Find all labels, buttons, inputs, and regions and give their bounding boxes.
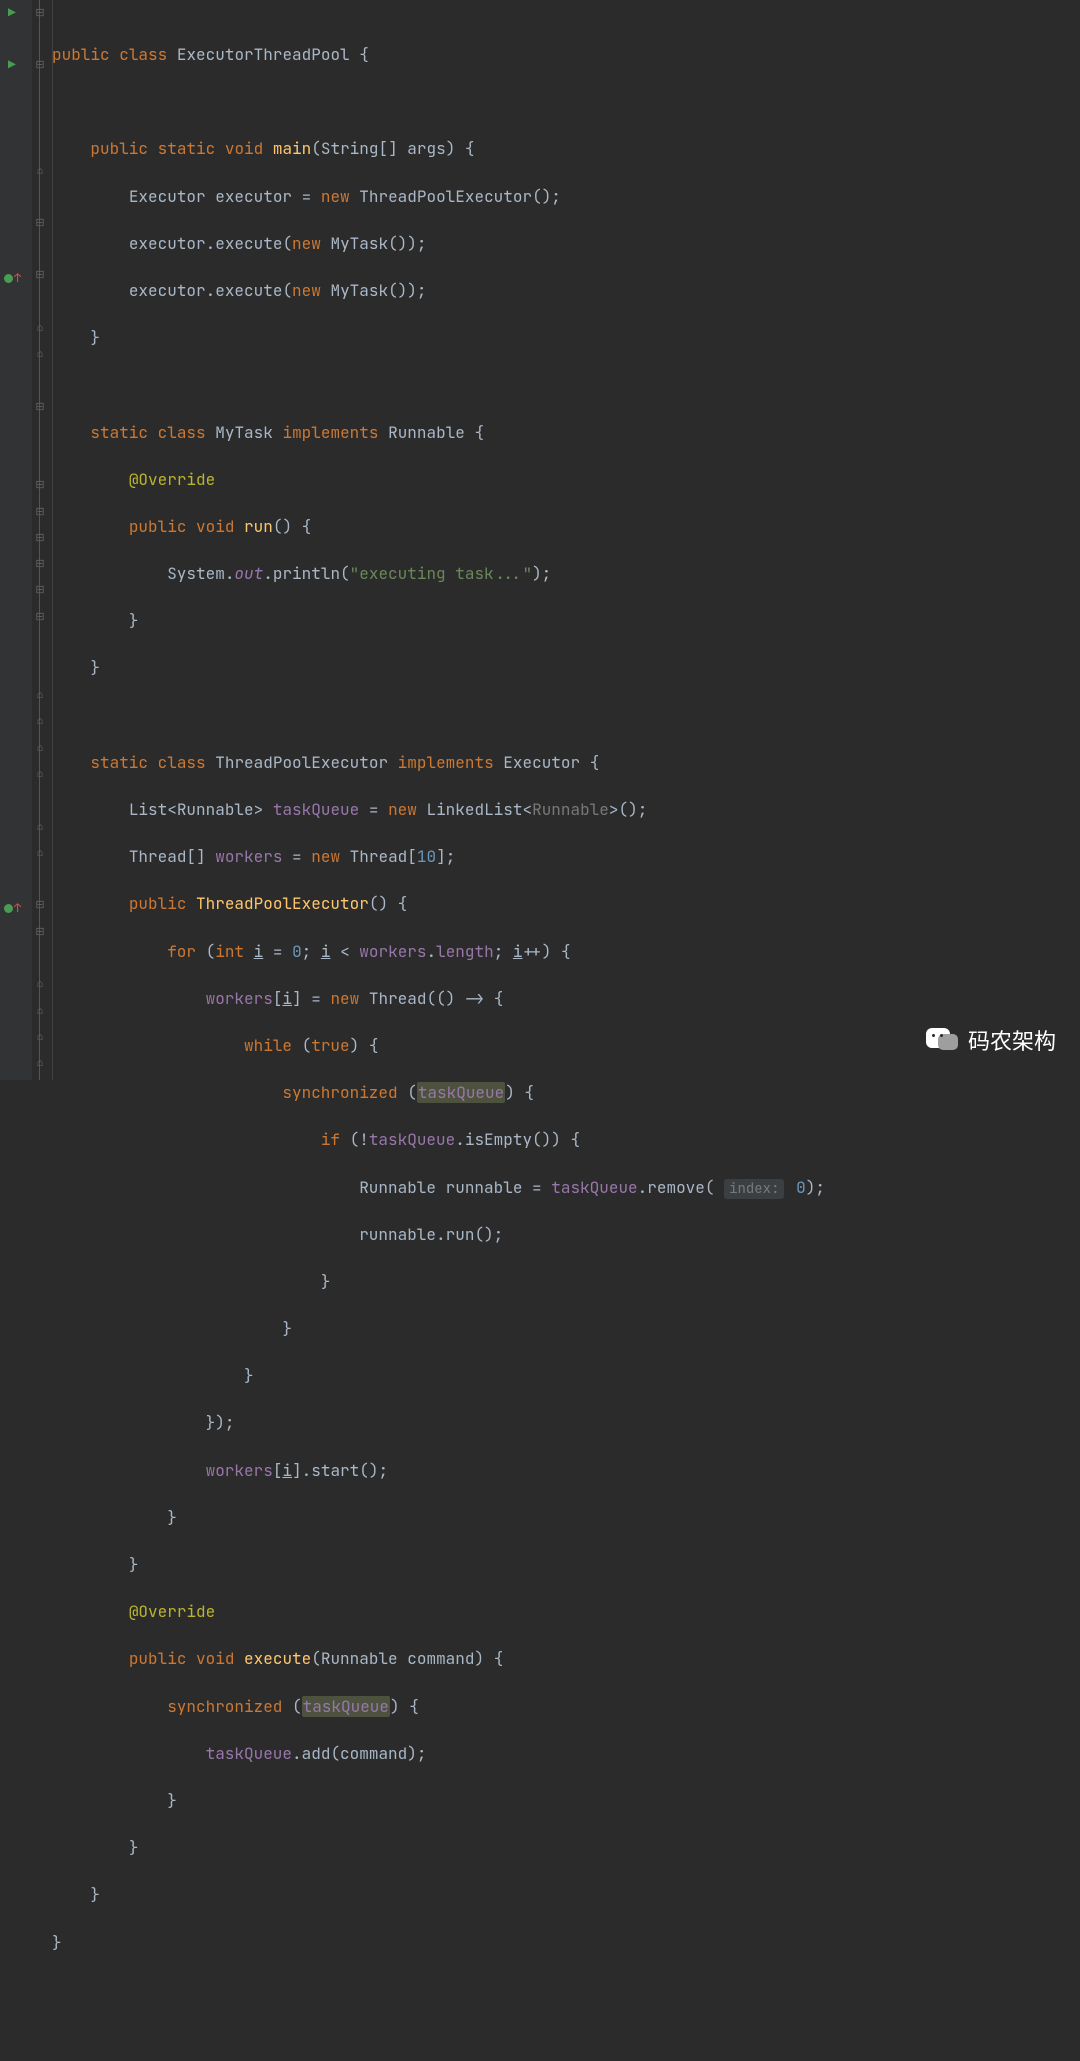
- fold-end-icon[interactable]: ⌂: [34, 1056, 46, 1070]
- override-marker-icon[interactable]: ↑: [4, 270, 21, 286]
- code-line[interactable]: if (!taskQueue.isEmpty()) {: [50, 1127, 1080, 1153]
- code-line[interactable]: synchronized (taskQueue) {: [50, 1694, 1080, 1720]
- code-line[interactable]: public static void main(String[] args) {: [50, 136, 1080, 162]
- fold-toggle-icon[interactable]: ⊟: [34, 505, 46, 519]
- code-line[interactable]: workers[i] = new Thread(() -> {: [50, 986, 1080, 1012]
- code-line[interactable]: }: [50, 1505, 1080, 1531]
- fold-end-icon[interactable]: ⌂: [34, 820, 46, 834]
- code-line[interactable]: static class MyTask implements Runnable …: [50, 420, 1080, 446]
- code-line[interactable]: }: [50, 1930, 1080, 1956]
- run-icon[interactable]: ▶: [8, 4, 16, 21]
- override-marker-icon[interactable]: ↑: [4, 900, 21, 916]
- watermark-text: 码农架构: [968, 1024, 1056, 1056]
- fold-toggle-icon[interactable]: ⊟: [34, 557, 46, 571]
- fold-toggle-icon[interactable]: ⊟: [34, 6, 46, 20]
- code-line[interactable]: }: [50, 655, 1080, 681]
- fold-toggle-icon[interactable]: ⊟: [34, 216, 46, 230]
- code-line[interactable]: runnable.run();: [50, 1222, 1080, 1248]
- code-line[interactable]: public ThreadPoolExecutor() {: [50, 891, 1080, 917]
- code-line[interactable]: Executor executor = new ThreadPoolExecut…: [50, 184, 1080, 210]
- wechat-icon: [926, 1026, 960, 1054]
- code-line[interactable]: [50, 89, 1080, 115]
- code-line[interactable]: Thread[] workers = new Thread[10];: [50, 844, 1080, 870]
- fold-end-icon[interactable]: ⌂: [34, 321, 46, 335]
- run-icon[interactable]: ▶: [8, 56, 16, 73]
- fold-toggle-icon[interactable]: ⊟: [34, 898, 46, 912]
- fold-toggle-icon[interactable]: ⊟: [34, 583, 46, 597]
- code-line[interactable]: [50, 372, 1080, 398]
- code-line[interactable]: taskQueue.add(command);: [50, 1741, 1080, 1767]
- parameter-hint: index:: [724, 1179, 784, 1199]
- fold-end-icon[interactable]: ⌂: [34, 1030, 46, 1044]
- code-line[interactable]: [50, 703, 1080, 729]
- fold-column: ⊟ ⊟ ⌂ ⊟ ⊟ ⌂ ⌂ ⊟ ⊟ ⊟ ⊟ ⊟ ⊟ ⊟ ⌂ ⌂ ⌂ ⌂ ⌂ ⌂ …: [32, 0, 50, 1080]
- code-line[interactable]: public class ExecutorThreadPool {: [50, 42, 1080, 68]
- code-area[interactable]: public class ExecutorThreadPool { public…: [50, 0, 1080, 1080]
- code-line[interactable]: }: [50, 1882, 1080, 1908]
- fold-end-icon[interactable]: ⌂: [34, 688, 46, 702]
- gutter: ▶ ▶ ↑ ↑: [0, 0, 32, 1080]
- code-line[interactable]: List<Runnable> taskQueue = new LinkedLis…: [50, 797, 1080, 823]
- code-line[interactable]: }: [50, 608, 1080, 634]
- fold-toggle-icon[interactable]: ⊟: [34, 925, 46, 939]
- code-line[interactable]: synchronized (taskQueue) {: [50, 1080, 1080, 1106]
- fold-toggle-icon[interactable]: ⊟: [34, 58, 46, 72]
- code-line[interactable]: System.out.println("executing task...");: [50, 561, 1080, 587]
- code-line[interactable]: for (int i = 0; i < workers.length; i++)…: [50, 939, 1080, 965]
- fold-toggle-icon[interactable]: ⊟: [34, 478, 46, 492]
- code-line[interactable]: Runnable runnable = taskQueue.remove( in…: [50, 1175, 1080, 1201]
- fold-end-icon[interactable]: ⌂: [34, 347, 46, 361]
- code-line[interactable]: }: [50, 1363, 1080, 1389]
- code-line[interactable]: }: [50, 325, 1080, 351]
- fold-end-icon[interactable]: ⌂: [34, 164, 46, 178]
- code-line[interactable]: public void run() {: [50, 514, 1080, 540]
- code-line[interactable]: }: [50, 1835, 1080, 1861]
- fold-end-icon[interactable]: ⌂: [34, 1004, 46, 1018]
- code-line[interactable]: @Override: [50, 467, 1080, 493]
- fold-toggle-icon[interactable]: ⊟: [34, 400, 46, 414]
- fold-toggle-icon[interactable]: ⊟: [34, 610, 46, 624]
- code-line[interactable]: public void execute(Runnable command) {: [50, 1646, 1080, 1672]
- code-line[interactable]: static class ThreadPoolExecutor implemen…: [50, 750, 1080, 776]
- fold-end-icon[interactable]: ⌂: [34, 846, 46, 860]
- fold-toggle-icon[interactable]: ⊟: [34, 268, 46, 282]
- fold-end-icon[interactable]: ⌂: [34, 741, 46, 755]
- code-editor[interactable]: ▶ ▶ ↑ ↑ ⊟ ⊟ ⌂ ⊟ ⊟ ⌂ ⌂ ⊟ ⊟ ⊟ ⊟ ⊟ ⊟ ⊟ ⌂ ⌂ …: [0, 0, 1080, 1080]
- code-line[interactable]: });: [50, 1410, 1080, 1436]
- code-line[interactable]: }: [50, 1316, 1080, 1342]
- fold-toggle-icon[interactable]: ⊟: [34, 531, 46, 545]
- code-line[interactable]: }: [50, 1788, 1080, 1814]
- fold-end-icon[interactable]: ⌂: [34, 714, 46, 728]
- code-line[interactable]: @Override: [50, 1599, 1080, 1625]
- code-line[interactable]: }: [50, 1552, 1080, 1578]
- code-line[interactable]: }: [50, 1269, 1080, 1295]
- fold-end-icon[interactable]: ⌂: [34, 977, 46, 991]
- code-line[interactable]: executor.execute(new MyTask());: [50, 278, 1080, 304]
- fold-end-icon[interactable]: ⌂: [34, 767, 46, 781]
- watermark: 码农架构: [926, 1024, 1056, 1056]
- code-line[interactable]: executor.execute(new MyTask());: [50, 231, 1080, 257]
- code-line[interactable]: workers[i].start();: [50, 1458, 1080, 1484]
